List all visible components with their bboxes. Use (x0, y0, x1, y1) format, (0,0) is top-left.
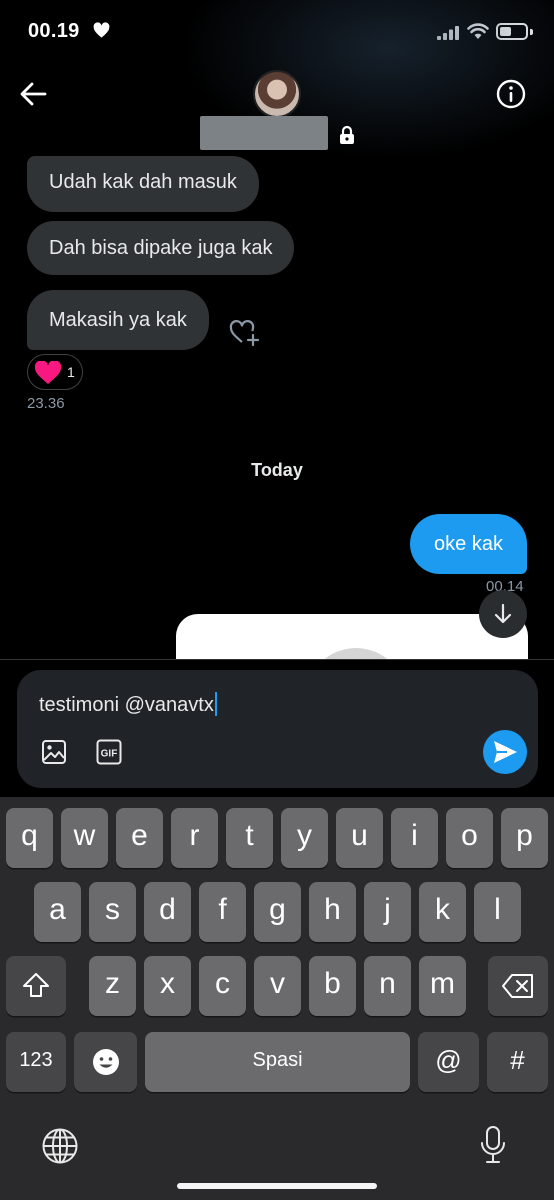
incoming-message[interactable]: Dah bisa dipake juga kak (27, 221, 295, 275)
microphone-icon[interactable] (478, 1125, 508, 1165)
key-e[interactable]: e (116, 808, 163, 868)
at-key[interactable]: @ (418, 1032, 479, 1092)
add-reaction-icon[interactable] (229, 319, 261, 347)
key-q[interactable]: q (6, 808, 53, 868)
key-u[interactable]: u (336, 808, 383, 868)
heart-icon (93, 22, 110, 38)
redacted-contact-name (200, 116, 328, 150)
arrow-down-icon (494, 603, 512, 624)
key-h[interactable]: h (309, 882, 356, 942)
key-s[interactable]: s (89, 882, 136, 942)
reaction-count: 1 (67, 364, 75, 380)
emoji-icon (92, 1049, 119, 1075)
home-indicator[interactable] (177, 1183, 377, 1189)
heart-reaction-icon (34, 361, 62, 384)
message-input-box[interactable] (17, 670, 538, 788)
key-l[interactable]: l (474, 882, 521, 942)
back-arrow-icon[interactable] (18, 80, 48, 108)
shift-key[interactable] (6, 956, 66, 1016)
key-r[interactable]: r (171, 808, 218, 868)
key-m[interactable]: m (419, 956, 466, 1016)
key-b[interactable]: b (309, 956, 356, 1016)
key-g[interactable]: g (254, 882, 301, 942)
keyboard: q w e r t y u i o p a s d f g h j k l z … (0, 797, 554, 1200)
svg-text:GIF: GIF (101, 749, 118, 760)
key-y[interactable]: y (281, 808, 328, 868)
key-f[interactable]: f (199, 882, 246, 942)
key-k[interactable]: k (419, 882, 466, 942)
info-icon[interactable] (495, 78, 527, 110)
key-v[interactable]: v (254, 956, 301, 1016)
key-p[interactable]: p (501, 808, 548, 868)
key-c[interactable]: c (199, 956, 246, 1016)
reaction-badge[interactable]: 1 (27, 354, 83, 390)
numbers-key[interactable]: 123 (6, 1032, 66, 1092)
incoming-message[interactable]: Udah kak dah masuk (27, 156, 259, 212)
shift-icon (23, 973, 49, 997)
key-t[interactable]: t (226, 808, 273, 868)
key-x[interactable]: x (144, 956, 191, 1016)
contact-avatar[interactable] (253, 70, 301, 118)
status-time: 00.19 (28, 20, 80, 42)
key-n[interactable]: n (364, 956, 411, 1016)
gif-button[interactable]: GIF (96, 739, 122, 765)
scroll-to-bottom-button[interactable] (479, 590, 527, 638)
key-d[interactable]: d (144, 882, 191, 942)
lock-icon (340, 125, 354, 144)
key-j[interactable]: j (364, 882, 411, 942)
outgoing-message[interactable]: oke kak (410, 514, 527, 574)
message-input-value: testimoni @vanavtx (39, 694, 214, 716)
image-icon[interactable] (41, 739, 67, 765)
key-i[interactable]: i (391, 808, 438, 868)
send-button[interactable] (483, 730, 527, 774)
incoming-message[interactable]: Makasih ya kak (27, 290, 209, 350)
day-divider: Today (251, 460, 303, 480)
text-caret (214, 692, 217, 716)
key-w[interactable]: w (61, 808, 108, 868)
space-key[interactable]: Spasi (145, 1032, 410, 1092)
key-o[interactable]: o (446, 808, 493, 868)
key-a[interactable]: a (34, 882, 81, 942)
message-input[interactable]: testimoni @vanavtx (39, 692, 217, 717)
message-timestamp: 23.36 (27, 395, 65, 412)
gif-icon: GIF (96, 739, 122, 765)
backspace-icon (502, 974, 533, 998)
hash-key[interactable]: # (487, 1032, 548, 1092)
send-icon (494, 741, 517, 763)
backspace-key[interactable] (488, 956, 548, 1016)
emoji-key[interactable] (74, 1032, 137, 1092)
globe-icon[interactable] (41, 1127, 79, 1165)
key-z[interactable]: z (89, 956, 136, 1016)
